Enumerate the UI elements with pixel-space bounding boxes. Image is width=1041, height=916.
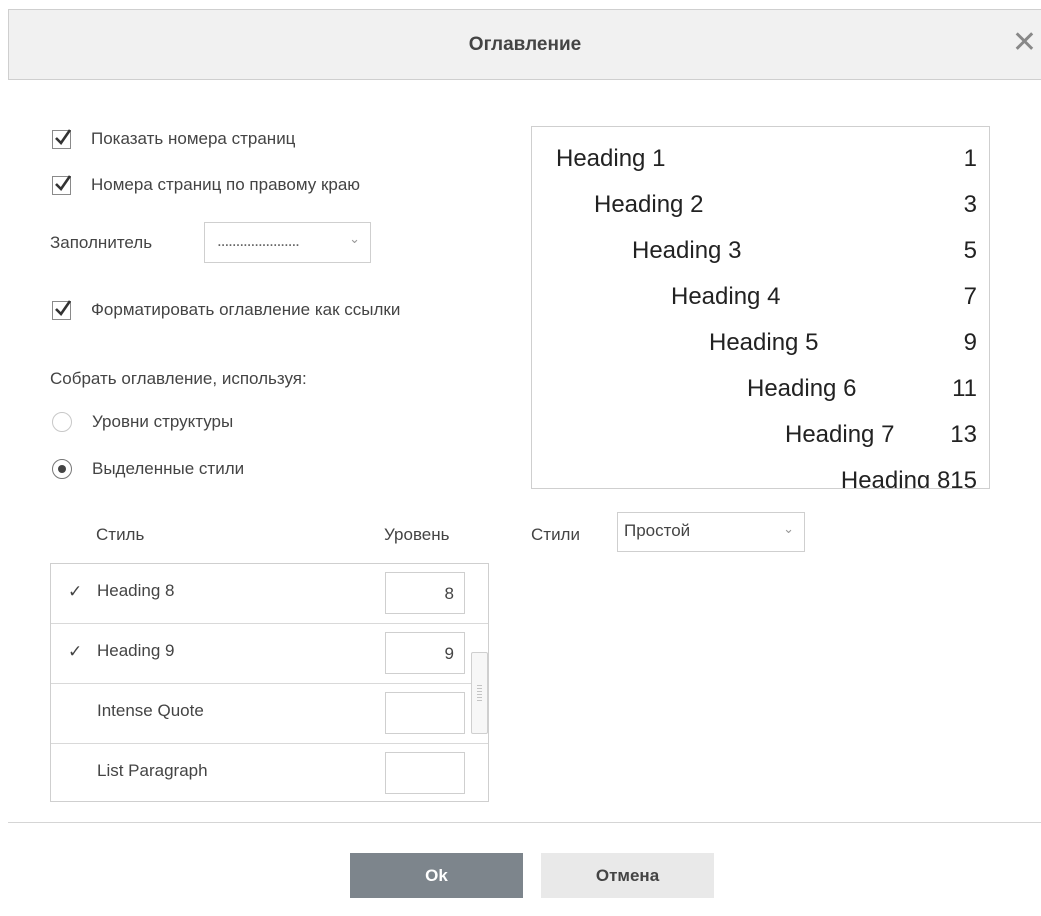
toc-preview: Heading 1 1 Heading 2 3 Heading 3 5 Head… <box>531 126 990 489</box>
build-label: Собрать оглавление, используя: <box>50 369 307 388</box>
preview-row: Heading 8 15 <box>823 467 977 489</box>
dialog-header: Оглавление ✕ <box>8 9 1041 80</box>
style-name: Heading 8 <box>97 581 175 600</box>
level-column-header: Уровень <box>384 525 450 544</box>
style-column-header: Стиль <box>96 525 145 544</box>
table-row[interactable]: List Paragraph <box>51 744 488 801</box>
chevron-down-icon: ⌄ <box>349 231 360 246</box>
preview-heading: Heading 8 <box>840 467 951 489</box>
preview-heading: Heading 2 <box>594 191 704 218</box>
table-row[interactable]: ✓ Heading 9 9 <box>51 624 488 684</box>
right-align-numbers-checkbox[interactable]: Номера страниц по правому краю <box>52 174 361 195</box>
preview-heading: Heading 6 <box>747 375 857 402</box>
level-input[interactable]: 8 <box>385 572 465 614</box>
checkmark-icon[interactable] <box>52 299 72 320</box>
preview-row: Heading 5 9 <box>709 329 977 357</box>
level-input[interactable] <box>385 752 465 794</box>
chevron-down-icon: ⌄ <box>783 521 794 536</box>
preview-heading: Heading 5 <box>709 329 819 356</box>
ok-button[interactable]: Ok <box>350 853 523 898</box>
preview-page: 1 <box>963 145 977 172</box>
preview-heading: Heading 7 <box>785 421 895 448</box>
level-input[interactable]: 9 <box>385 632 465 674</box>
preview-page: 7 <box>963 283 977 310</box>
checkmark-icon[interactable] <box>52 128 72 149</box>
preview-heading: Heading 1 <box>556 145 666 172</box>
preview-row: Heading 6 11 <box>747 375 977 403</box>
leader-label: Заполнитель <box>50 233 153 252</box>
table-row[interactable]: Intense Quote <box>51 684 488 744</box>
style-name: List Paragraph <box>97 761 208 780</box>
scrollbar-grip-icon <box>477 685 482 701</box>
preview-row: Heading 2 3 <box>594 191 977 219</box>
preview-page: 3 <box>963 191 977 218</box>
show-page-numbers-checkbox[interactable]: Показать номера страниц <box>52 128 296 149</box>
footer-divider <box>8 822 1041 823</box>
outline-levels-label: Уровни структуры <box>92 412 234 431</box>
radio-off-icon[interactable] <box>52 412 72 432</box>
styles-value: Простой <box>624 521 691 540</box>
styles-select[interactable]: Простой ⌄ <box>617 512 805 552</box>
toc-dialog: Оглавление ✕ Показать номера страниц Ном… <box>8 0 1041 916</box>
style-name: Intense Quote <box>97 701 204 720</box>
checkmark-icon[interactable] <box>52 174 72 195</box>
close-icon[interactable]: ✕ <box>1012 28 1037 58</box>
preview-page: 9 <box>963 329 977 356</box>
preview-page: 15 <box>950 467 977 489</box>
dialog-title: Оглавление <box>468 34 582 55</box>
selected-styles-radio[interactable]: Выделенные стили <box>52 459 244 479</box>
radio-on-icon[interactable] <box>52 459 72 479</box>
preview-page: 5 <box>963 237 977 264</box>
preview-heading: Heading 3 <box>632 237 742 264</box>
preview-row: Heading 1 1 <box>556 145 977 173</box>
preview-row: Heading 4 7 <box>671 283 977 311</box>
outline-levels-radio[interactable]: Уровни структуры <box>52 412 233 432</box>
checkmark-icon[interactable]: ✓ <box>68 582 82 602</box>
leader-select[interactable]: ...................... ⌄ <box>204 222 371 263</box>
level-input[interactable] <box>385 692 465 734</box>
leader-value: ...................... <box>217 231 300 250</box>
show-page-numbers-label: Показать номера страниц <box>91 129 296 148</box>
cancel-button[interactable]: Отмена <box>541 853 714 898</box>
preview-row: Heading 7 13 <box>785 421 977 449</box>
style-name: Heading 9 <box>97 641 175 660</box>
checkmark-icon[interactable]: ✓ <box>68 642 82 662</box>
table-scrollbar[interactable] <box>471 652 488 734</box>
style-table: ✓ Heading 8 8 ✓ Heading 9 9 Intense Quot… <box>50 563 489 802</box>
preview-row: Heading 3 5 <box>632 237 977 265</box>
right-align-numbers-label: Номера страниц по правому краю <box>91 175 361 194</box>
preview-page: 13 <box>950 421 977 448</box>
format-as-links-label: Форматировать оглавление как ссылки <box>91 300 401 319</box>
format-as-links-checkbox[interactable]: Форматировать оглавление как ссылки <box>52 299 401 320</box>
selected-styles-label: Выделенные стили <box>92 459 245 478</box>
styles-label: Стили <box>531 525 580 544</box>
table-row[interactable]: ✓ Heading 8 8 <box>51 564 488 624</box>
preview-heading: Heading 4 <box>671 283 781 310</box>
preview-page: 11 <box>952 375 977 402</box>
